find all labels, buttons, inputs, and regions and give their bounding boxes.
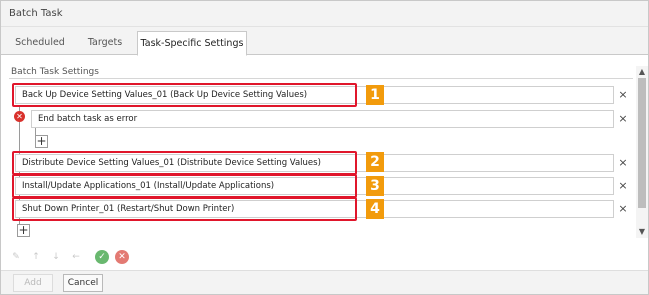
scrollbar-thumb[interactable]	[638, 78, 646, 208]
delete-icon[interactable]: ×	[618, 179, 628, 193]
vertical-scrollbar[interactable]: ▲ ▼	[636, 66, 648, 238]
tab-scheduled[interactable]: Scheduled	[7, 31, 73, 55]
move-down-icon[interactable]: ↓	[49, 250, 63, 264]
tab-targets[interactable]: Targets	[77, 31, 133, 55]
add-task-button[interactable]: +	[17, 224, 30, 237]
task-row-backup[interactable]: Back Up Device Setting Values_01 (Back U…	[15, 86, 614, 104]
task-row-shutdown[interactable]: Shut Down Printer_01 (Restart/Shut Down …	[15, 200, 614, 218]
section-label: Batch Task Settings	[11, 67, 99, 77]
cancel-button[interactable]: Cancel	[63, 274, 103, 292]
task-row-install[interactable]: Install/Update Applications_01 (Install/…	[15, 177, 614, 195]
callout-number: 4	[366, 199, 384, 219]
move-up-icon[interactable]: ↑	[29, 250, 43, 264]
tab-task-specific-settings[interactable]: Task-Specific Settings	[137, 31, 247, 56]
scroll-up-icon[interactable]: ▲	[636, 66, 648, 78]
scroll-down-icon[interactable]: ▼	[636, 226, 648, 238]
task-row-end-as-error[interactable]: End batch task as error	[31, 110, 614, 128]
batch-task-window: Batch Task Scheduled Targets Task-Specif…	[0, 0, 649, 295]
callout-number: 2	[366, 152, 384, 172]
delete-icon[interactable]: ×	[618, 202, 628, 216]
footer-bar: Add Cancel	[1, 270, 648, 294]
edit-icon[interactable]: ✎	[9, 250, 23, 264]
section-divider	[9, 78, 633, 79]
cancel-icon[interactable]: ✕	[115, 250, 129, 264]
delete-icon[interactable]: ×	[618, 88, 628, 102]
callout-number: 3	[366, 176, 384, 196]
tab-bar: Scheduled Targets Task-Specific Settings	[1, 27, 648, 56]
add-button[interactable]: Add	[13, 274, 53, 292]
window-title: Batch Task	[9, 8, 63, 19]
move-left-icon[interactable]: ←	[69, 250, 83, 264]
task-row-distribute[interactable]: Distribute Device Setting Values_01 (Dis…	[15, 154, 614, 172]
check-icon[interactable]: ✓	[95, 250, 109, 264]
title-bar: Batch Task	[1, 1, 648, 27]
callout-number: 1	[366, 85, 384, 105]
delete-icon[interactable]: ×	[618, 156, 628, 170]
add-subtask-button[interactable]: +	[35, 135, 48, 148]
error-icon: ✕	[14, 111, 25, 122]
delete-icon[interactable]: ×	[618, 112, 628, 126]
